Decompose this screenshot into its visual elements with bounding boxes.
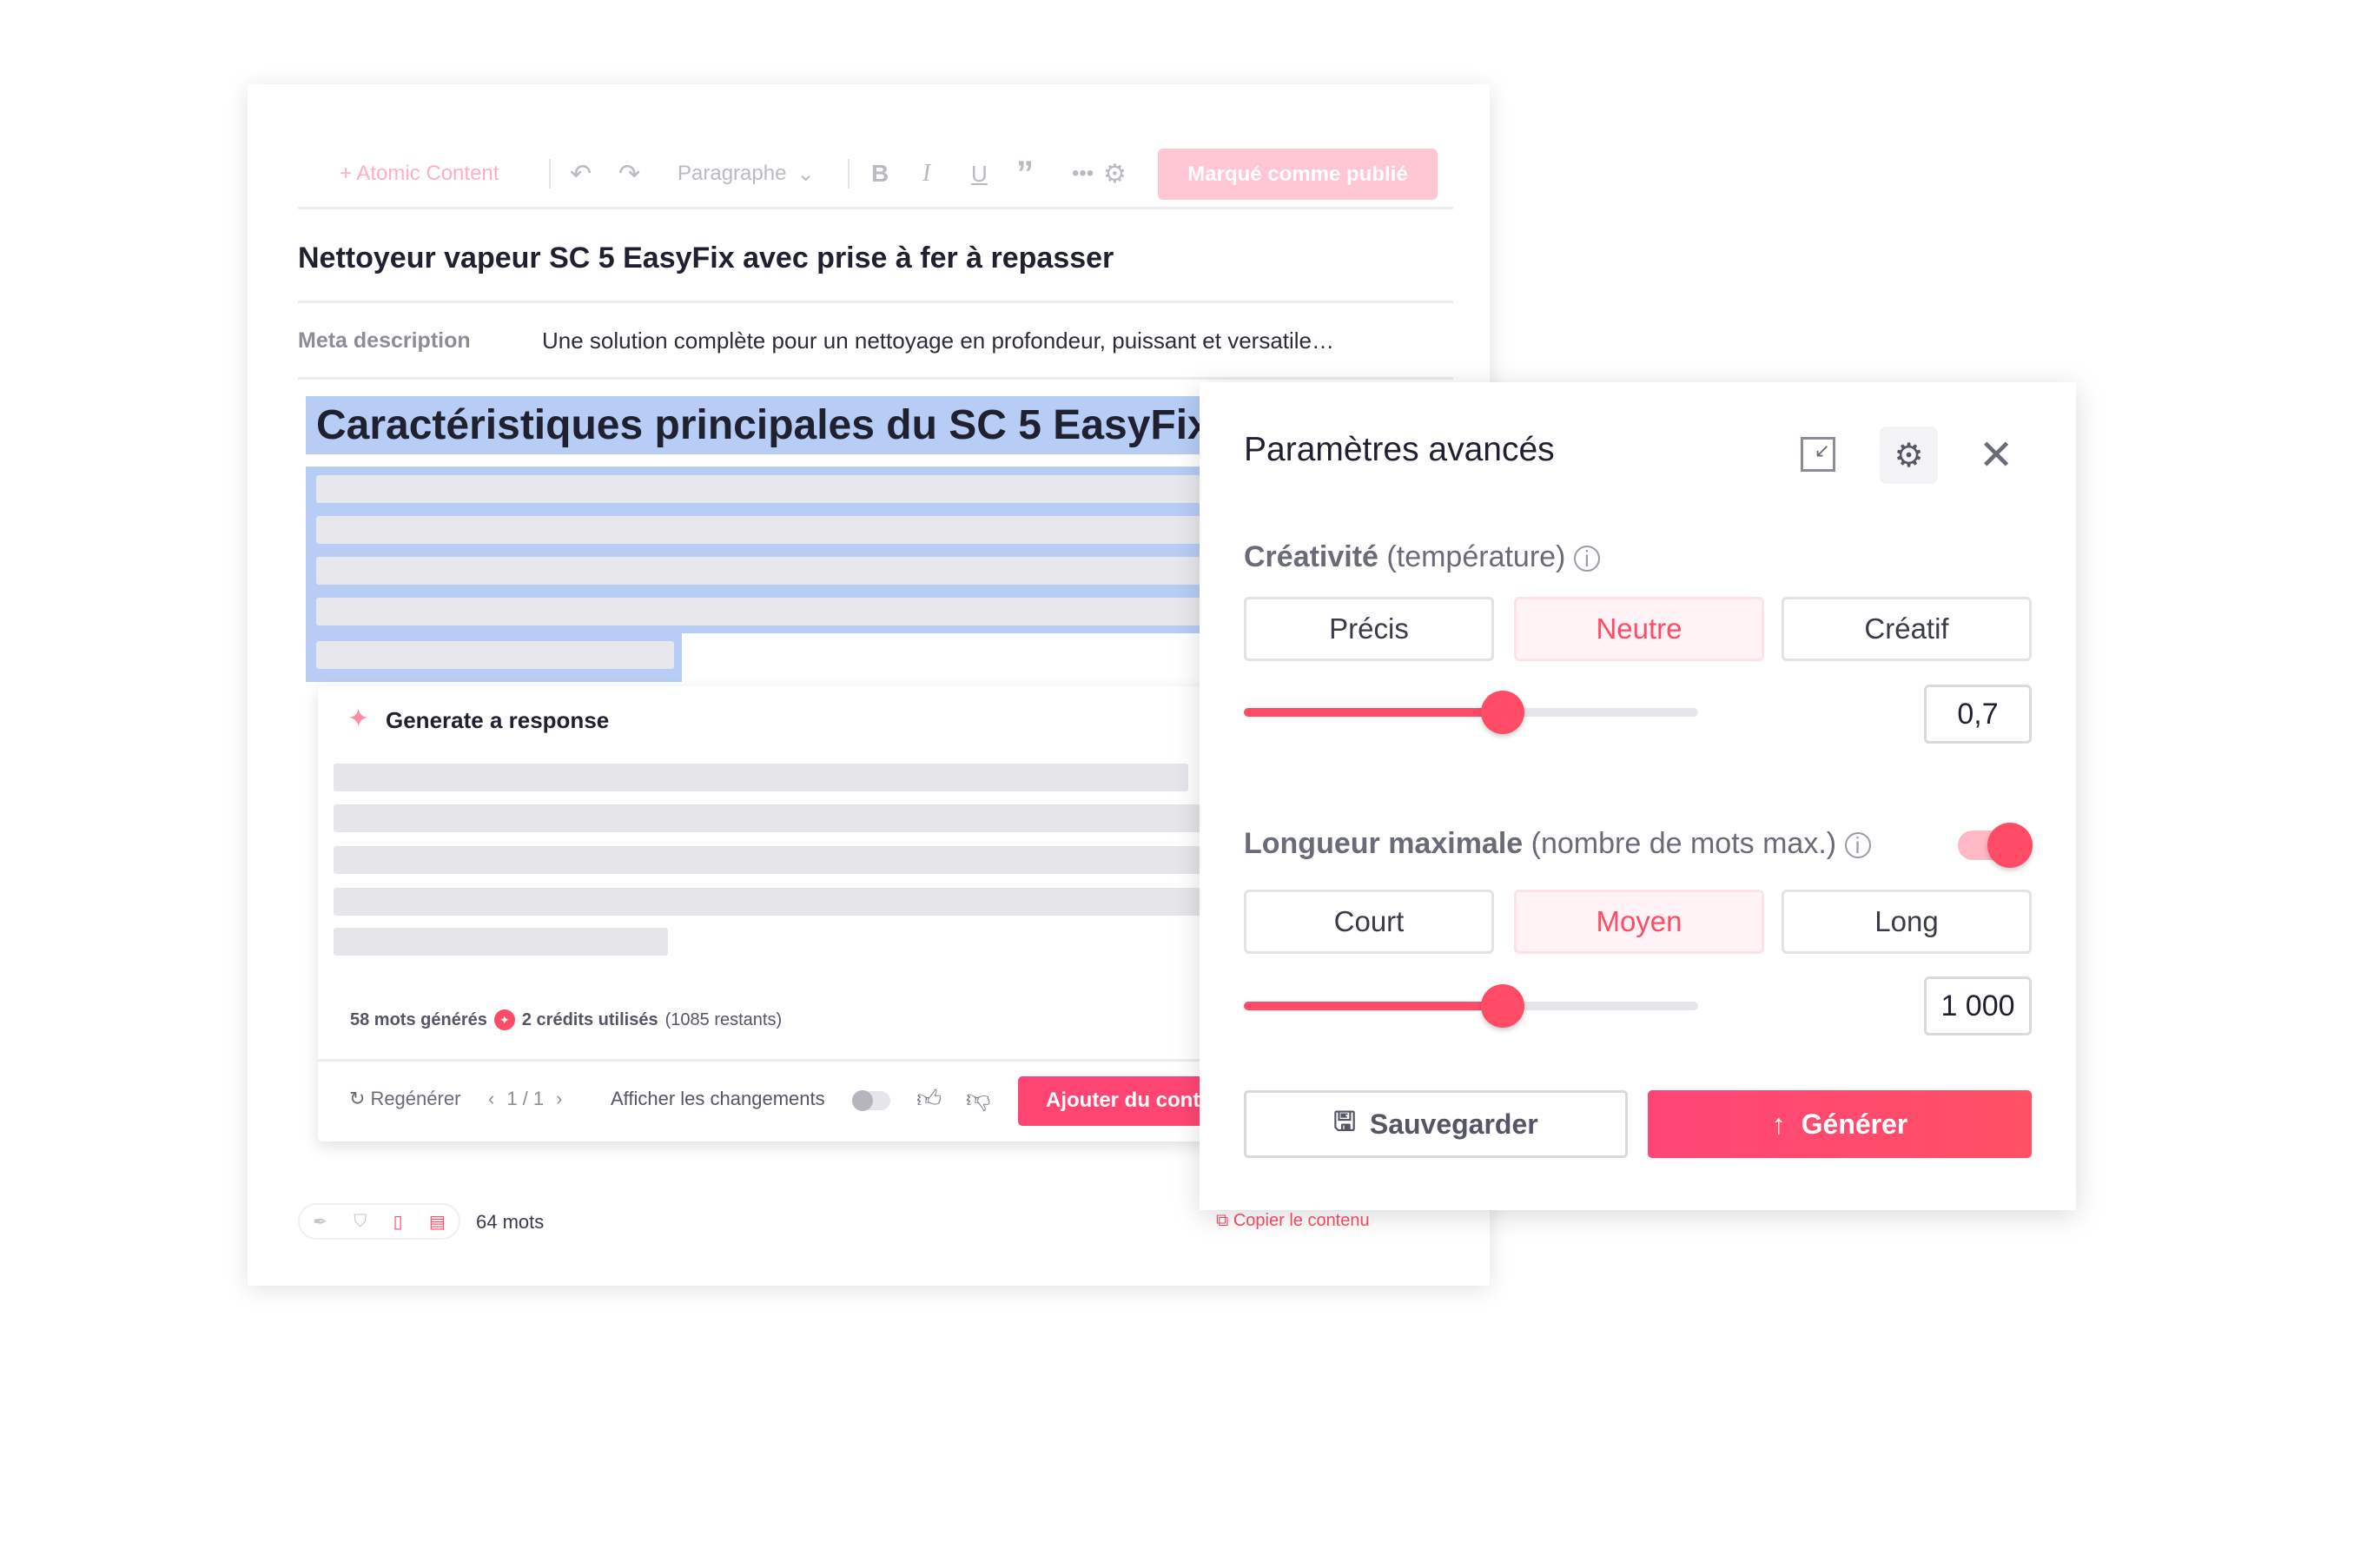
skeleton-line [316,516,1213,544]
show-changes-label: Afficher les changements [611,1088,825,1109]
show-changes-toggle[interactable] [852,1090,890,1111]
editor-tools: ✒ ⛉ ▯ ▤ [298,1203,460,1240]
skeleton-line [316,475,1213,503]
chevron-right-icon[interactable]: › [556,1088,562,1110]
regenerate-label: Regénérer [370,1088,461,1109]
skeleton-line [316,598,1213,625]
pager-label: 1 / 1 [506,1088,545,1109]
copy-icon: ⧉ [1216,1211,1233,1230]
bold-icon[interactable]: B [871,156,889,191]
quote-icon[interactable]: ” [1016,155,1034,193]
copy-label: Copier le contenu [1233,1211,1370,1230]
divider [318,1059,1213,1062]
save-label: Sauvegarder [1369,1108,1538,1140]
gear-icon[interactable]: ⚙ [1103,156,1127,191]
shield-icon[interactable]: ⛉ [354,1212,367,1232]
divider [848,159,850,189]
creativity-sub: (température) [1386,540,1566,573]
generation-stats: 58 mots générés ✦ 2 crédits utilisés (10… [350,1009,782,1030]
meta-description-value[interactable]: Une solution complète pour un nettoyage … [542,328,1334,354]
underline-icon[interactable]: U [971,156,988,191]
pager: ‹ 1 / 1 › [488,1088,562,1110]
skeleton-line [334,764,1188,791]
length-value-input[interactable]: 1 000 [1924,976,2032,1036]
undo-icon[interactable]: ↶ [570,156,592,191]
length-option-court[interactable]: Court [1244,890,1494,954]
chevron-left-icon[interactable]: ‹ [488,1088,494,1110]
divider [549,159,551,189]
words-generated: 58 mots générés [350,1009,487,1029]
thumbs-down-icon[interactable]: 👎︎ [966,1084,990,1114]
creativity-value-input[interactable]: 0,7 [1924,685,2032,744]
length-option-long[interactable]: Long [1782,890,2032,954]
settings-title: Paramètres avancés [1244,431,1555,468]
save-icon: 🖫 [1333,1107,1356,1136]
pen-icon[interactable]: ✒ [313,1211,327,1233]
credits-icon: ✦ [493,1009,515,1030]
add-content-button[interactable]: Ajouter du contenu [1018,1076,1213,1126]
credits-used: 2 crédits utilisés [521,1009,658,1029]
skeleton-line [316,641,674,669]
arrow-up-icon: ↑ [1771,1108,1786,1140]
generate-label: Générer [1801,1108,1908,1140]
creativity-title: Créativité [1244,540,1378,573]
copy-content-link[interactable]: ⧉ Copier le contenu [1216,1211,1370,1231]
gear-icon: ⚙ [1894,437,1924,474]
refresh-icon: ↻ [349,1088,366,1109]
atomic-content-button[interactable]: + Atomic Content [340,156,499,191]
length-sub: (nombre de mots max.) [1530,827,1837,860]
paragraph-label: Paragraphe [678,162,787,185]
creativity-option-neutre[interactable]: Neutre [1514,597,1764,661]
length-toggle[interactable] [1958,823,2033,868]
divider [298,207,1453,209]
length-label: Longueur maximale (nombre de mots max.) … [1244,827,1871,861]
collapse-icon[interactable]: ↙ [1801,437,1835,472]
more-icon[interactable]: ••• [1072,156,1094,191]
length-title: Longueur maximale [1244,827,1524,860]
sparkle-icon: ✦ [347,705,370,733]
length-slider-fill [1244,1002,1504,1010]
settings-gear-button[interactable]: ⚙ [1880,427,1938,484]
toggle-knob [1987,823,2033,868]
length-slider-thumb[interactable] [1481,984,1525,1028]
info-icon[interactable]: i [1573,546,1600,572]
skeleton-line [334,888,1213,916]
meta-description-label: Meta description [298,328,471,353]
bookmark-icon[interactable]: ▯ [393,1211,403,1233]
length-option-moyen[interactable]: Moyen [1514,890,1764,954]
redo-icon[interactable]: ↷ [618,156,640,191]
creativity-option-creatif[interactable]: Créatif [1782,597,2032,661]
creativity-slider-thumb[interactable] [1481,691,1525,734]
skeleton-line [334,928,668,956]
skeleton-line [334,804,1213,832]
selected-heading[interactable]: Caractéristiques principales du SC 5 Eas… [306,396,1213,454]
atomic-content-label: + Atomic Content [340,162,499,185]
toggle-knob [852,1090,873,1111]
divider [298,301,1453,303]
creativity-label: Créativité (température) i [1244,540,1600,574]
regenerate-button[interactable]: ↻ Regénérer [349,1088,460,1110]
mark-published-button[interactable]: Marqué comme publié [1158,149,1438,200]
credits-remaining: (1085 restants) [664,1009,783,1029]
generate-button[interactable]: ↑ Générer [1648,1090,2032,1158]
divider [298,377,1453,380]
thumbs-up-icon[interactable]: 👍︎ [916,1084,942,1114]
document-icon[interactable]: ▤ [429,1211,446,1233]
article-title[interactable]: Nettoyeur vapeur SC 5 EasyFix avec prise… [298,242,1114,275]
creativity-option-precis[interactable]: Précis [1244,597,1494,661]
save-button[interactable]: 🖫 Sauvegarder [1244,1090,1628,1158]
word-count: 64 mots [476,1211,545,1233]
advanced-settings-panel [1200,382,2076,1210]
skeleton-line [334,846,1213,874]
italic-icon[interactable]: I [922,156,930,191]
close-icon[interactable]: ✕ [1979,431,2013,480]
mark-published-label: Marqué comme publié [1187,162,1408,186]
chevron-down-icon: ⌄ [797,162,815,186]
paragraph-select[interactable]: Paragraphe ⌄ [678,156,815,191]
skeleton-line [316,557,1213,585]
creativity-slider-fill [1244,708,1504,717]
info-icon[interactable]: i [1844,832,1871,858]
generate-title: Generate a response [386,707,610,733]
